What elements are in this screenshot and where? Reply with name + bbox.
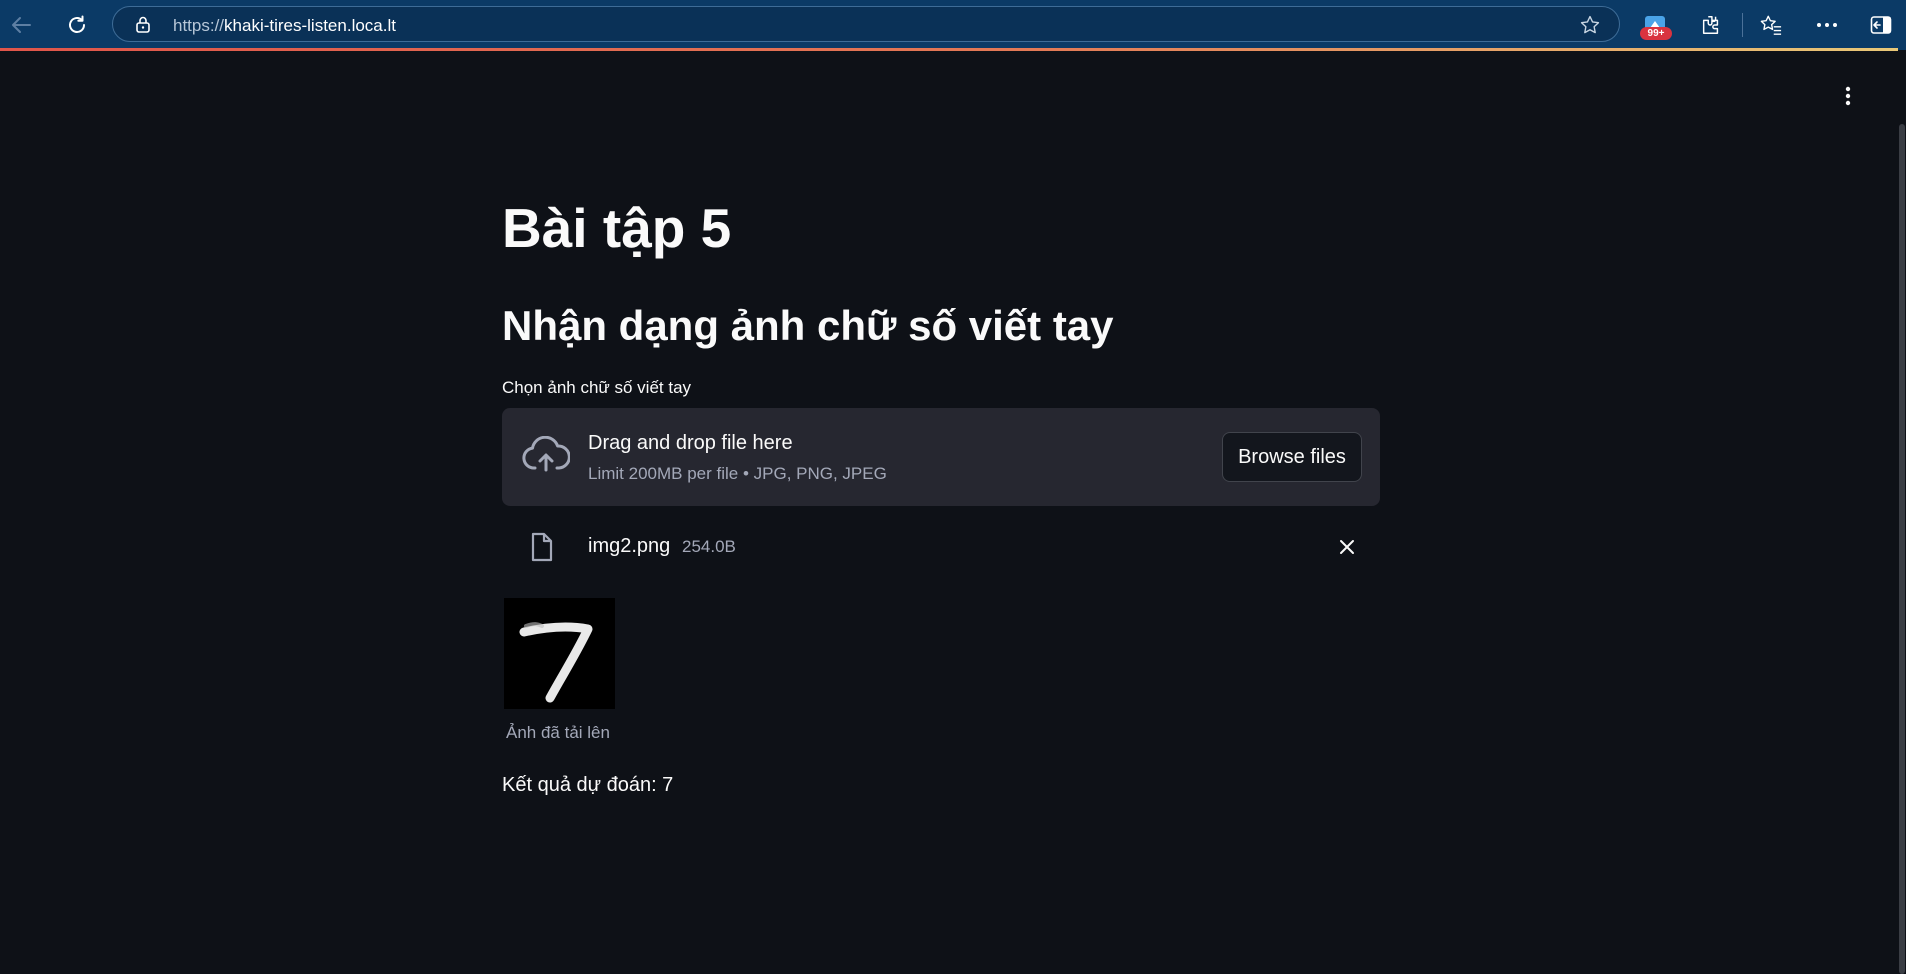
file-dropzone[interactable]: Drag and drop file here Limit 200MB per … [502, 408, 1380, 506]
uploader-label: Chọn ảnh chữ số viết tay [502, 378, 692, 397]
scrollbar-thumb[interactable] [1899, 124, 1905, 974]
back-arrow-icon[interactable] [6, 10, 36, 40]
refresh-icon[interactable] [62, 10, 92, 40]
file-name: img2.png [588, 535, 671, 557]
page-subtitle: Nhận dạng ảnh chữ số viết tay [502, 302, 1114, 349]
prediction-result: Kết quả dự đoán: 7 [502, 774, 674, 796]
close-icon[interactable] [1336, 536, 1358, 558]
app-menu-icon[interactable] [1838, 82, 1858, 110]
more-icon[interactable] [1812, 10, 1842, 40]
extensions-icon[interactable] [1696, 10, 1726, 40]
notification-badge: 99+ [1640, 27, 1672, 40]
file-size: 254.0B [682, 537, 736, 556]
page-title: Bài tập 5 [502, 197, 732, 259]
dropzone-limit: Limit 200MB per file • JPG, PNG, JPEG [588, 464, 887, 483]
page-load-progress [0, 48, 1898, 51]
favorites-icon[interactable] [1756, 10, 1786, 40]
sidebar-icon[interactable] [1866, 10, 1896, 40]
toolbar-divider [1742, 13, 1743, 37]
url-scheme: https:// [173, 16, 225, 35]
uploaded-image [504, 598, 615, 709]
url-host: khaki-tires-listen.loca.lt [224, 16, 396, 35]
url-text[interactable]: https://khaki-tires-listen.loca.lt [173, 16, 396, 36]
star-icon[interactable] [1579, 14, 1601, 41]
browse-files-button[interactable]: Browse files [1222, 432, 1362, 482]
uploaded-file-row: img2.png 254.0B [502, 522, 1380, 570]
lock-icon[interactable] [135, 15, 151, 38]
image-caption: Ảnh đã tải lên [506, 723, 610, 742]
cloud-upload-icon [522, 435, 571, 481]
file-icon [530, 532, 554, 567]
address-bar[interactable]: https://khaki-tires-listen.loca.lt [112, 6, 1620, 42]
dropzone-title: Drag and drop file here [588, 432, 793, 454]
browser-toolbar: https://khaki-tires-listen.loca.lt 99+ [0, 0, 1906, 51]
